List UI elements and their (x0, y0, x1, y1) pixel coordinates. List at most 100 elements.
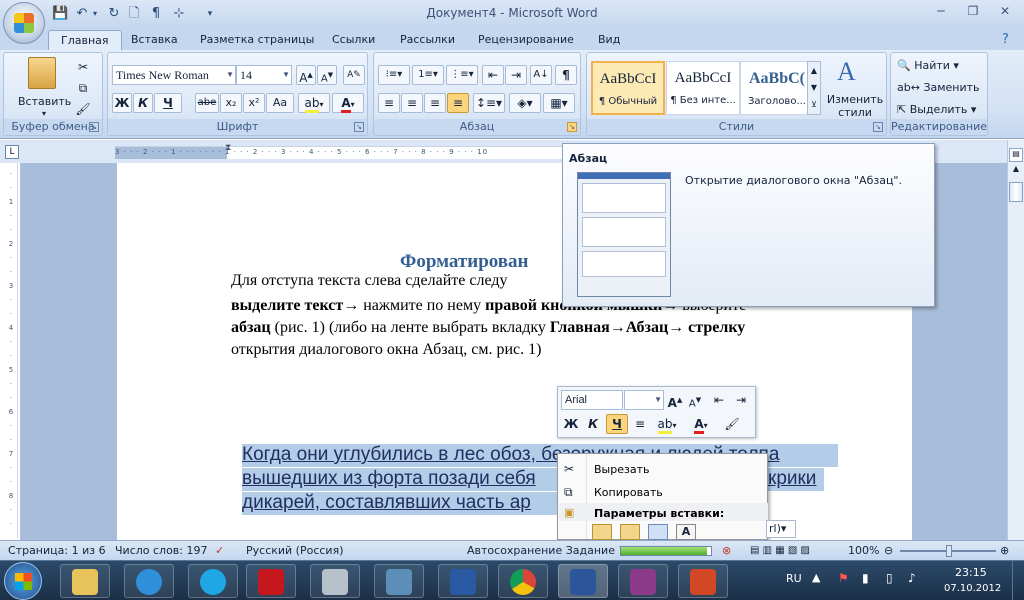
tab-mailings[interactable]: Рассылки (400, 30, 455, 50)
view-ruler-icon[interactable]: ▤ (1009, 148, 1023, 162)
language-indicator[interactable]: Русский (Россия) (246, 541, 344, 560)
keyboard-language[interactable]: RU (786, 572, 802, 585)
word-task[interactable] (558, 564, 608, 598)
format-painter-icon[interactable]: 🖌 (74, 99, 92, 119)
selected-text-line[interactable]: вышедших из форта позади себя (242, 468, 562, 491)
menu-item-cut[interactable]: Вырезать (594, 463, 649, 476)
subscript-button[interactable]: x₂ (220, 93, 242, 113)
explorer-task[interactable] (60, 564, 110, 598)
tray-expand-icon[interactable]: ▲ (812, 571, 820, 584)
align-right-icon[interactable]: ≡ (424, 93, 446, 113)
security-icon[interactable]: ⚑ (838, 571, 849, 585)
clear-formatting-icon[interactable]: A✎ (343, 65, 365, 85)
paste-keep-format-icon[interactable] (592, 524, 612, 540)
view-layout-icon[interactable]: ▤ ▥ ▦ ▧ ▨ (750, 541, 810, 560)
change-styles-button[interactable]: Изменить стили (825, 93, 885, 119)
copy-icon[interactable]: ⧉ (74, 78, 92, 98)
style-normal[interactable]: AaBbCcI ¶ Обычный (591, 61, 665, 115)
tab-page-layout[interactable]: Разметка страницы (200, 30, 314, 50)
paragraph-line-1[interactable]: Для отступа текста слева сделайте следу (231, 272, 507, 290)
tab-review[interactable]: Рецензирование (478, 30, 574, 50)
justify-icon[interactable]: ≡ (447, 93, 469, 113)
picture-viewer-task[interactable] (374, 564, 424, 598)
scroll-thumb[interactable] (1009, 182, 1023, 202)
style-no-spacing[interactable]: AaBbCcI ¶ Без инте... (666, 61, 740, 115)
mini-center-icon[interactable]: ≡ (630, 414, 650, 434)
vertical-ruler[interactable]: · · 1 · · 2 · · 3 · · 4 · · 5 · · 6 · · 7 · · 8 · · (4, 163, 18, 538)
show-hide-marks-icon[interactable]: ¶ (555, 65, 577, 85)
font-name-combo[interactable]: Times New Roman ▼ (112, 65, 236, 85)
mini-highlight-icon[interactable]: ab▾ (652, 414, 682, 434)
highlight-color-icon[interactable]: ab▾ (298, 93, 330, 113)
save-task[interactable] (438, 564, 488, 598)
increase-indent-icon[interactable]: ⇥ (505, 65, 527, 85)
bullets-icon[interactable]: ⁝≡▾ (378, 65, 410, 85)
clock-time[interactable]: 23:15 (955, 566, 987, 579)
horizontal-ruler[interactable]: ⧗ 3 · · · 2 · · · 1 · · · · · · · 1 · · … (115, 143, 565, 159)
selected-text-line[interactable]: дикарей, составлявших часть ар (242, 492, 557, 515)
change-case-button[interactable]: Aa (266, 93, 294, 113)
tab-references[interactable]: Ссылки (332, 30, 375, 50)
zoom-in-icon[interactable]: ⊕ (1000, 541, 1009, 560)
restore-button[interactable]: ❐ (958, 2, 988, 20)
change-styles-icon[interactable]: A (837, 57, 856, 87)
numbering-icon[interactable]: 1≡▾ (412, 65, 444, 85)
paragraph-line-4[interactable]: открытия диалогового окна Абзац, см. рис… (231, 341, 541, 359)
vertical-scrollbar[interactable]: ▤ ▲ (1007, 140, 1024, 540)
bold-button[interactable]: Ж (112, 93, 132, 113)
help-icon[interactable]: ? (1002, 30, 1009, 50)
italic-button[interactable]: К (133, 93, 153, 113)
start-button[interactable] (4, 562, 42, 600)
paste-ctrl-button[interactable]: rl)▾ (766, 520, 796, 538)
mini-shrink-font-icon[interactable]: A▼ (686, 390, 704, 410)
power-icon[interactable]: ▯ (886, 571, 893, 585)
tab-selector-icon[interactable]: L (5, 145, 19, 159)
paste-text-only-icon[interactable]: A (676, 524, 696, 540)
powerpoint-task[interactable] (678, 564, 728, 598)
mini-increase-indent-icon[interactable]: ⇥ (732, 390, 750, 410)
align-left-icon[interactable]: ≡ (378, 93, 400, 113)
mini-bold-icon[interactable]: Ж (561, 414, 581, 434)
zoom-slider-thumb[interactable] (946, 545, 952, 557)
font-size-combo[interactable]: 14 ▼ (236, 65, 292, 85)
clock-date[interactable]: 07.10.2012 (944, 583, 1001, 594)
style-heading[interactable]: AaBbC( Заголово... (740, 61, 814, 115)
find-button[interactable]: 🔍 Найти ▾ (897, 59, 959, 72)
replace-button[interactable]: ab↔ Заменить (897, 81, 980, 94)
mini-grow-font-icon[interactable]: A▲ (666, 390, 684, 410)
menu-item-copy[interactable]: Копировать (594, 486, 663, 499)
cut-icon[interactable]: ✂ (74, 57, 92, 77)
tab-insert[interactable]: Вставка (131, 30, 178, 50)
network-icon[interactable]: ▮ (862, 571, 869, 585)
paste-merge-format-icon[interactable] (620, 524, 640, 540)
tab-home[interactable]: Главная (48, 30, 122, 50)
minimize-button[interactable]: ─ (926, 2, 956, 20)
underline-button[interactable]: Ч (154, 93, 182, 113)
multilevel-list-icon[interactable]: ⋮≡▾ (446, 65, 478, 85)
font-launcher-icon[interactable]: ↘ (354, 122, 364, 132)
mini-format-painter-icon[interactable]: 🖌 (722, 414, 742, 434)
tab-view[interactable]: Вид (598, 30, 620, 50)
close-button[interactable]: ✕ (990, 2, 1020, 20)
clipboard-launcher-icon[interactable]: ↘ (89, 122, 99, 132)
paste-dropdown-icon[interactable]: ▾ (42, 109, 46, 118)
styles-scroll-icon[interactable]: ▲ ▼ ⊻ (807, 61, 821, 115)
paste-button[interactable]: Вставить (18, 95, 71, 108)
paste-icon[interactable] (28, 57, 56, 89)
scroll-up-icon[interactable]: ▲ (1009, 164, 1023, 178)
mini-font-combo[interactable]: Arial (561, 390, 623, 410)
show-desktop-button[interactable] (1012, 561, 1024, 600)
superscript-button[interactable]: x² (243, 93, 265, 113)
mini-decrease-indent-icon[interactable]: ⇤ (710, 390, 728, 410)
shading-icon[interactable]: ◈▾ (509, 93, 541, 113)
page-count[interactable]: Страница: 1 из 6 (8, 541, 106, 560)
font-color-icon[interactable]: A▾ (332, 93, 364, 113)
zoom-out-icon[interactable]: ⊖ (884, 541, 893, 560)
proofing-icon[interactable]: ✓ (215, 541, 224, 560)
mini-size-combo[interactable]: ▼ (624, 390, 664, 410)
selected-text-line[interactable]: крики (768, 468, 824, 491)
line-spacing-icon[interactable]: ↕≡▾ (473, 93, 505, 113)
skype-task[interactable] (188, 564, 238, 598)
select-button[interactable]: ⇱ Выделить ▾ (897, 103, 976, 116)
volume-icon[interactable]: ♪ (908, 571, 916, 585)
